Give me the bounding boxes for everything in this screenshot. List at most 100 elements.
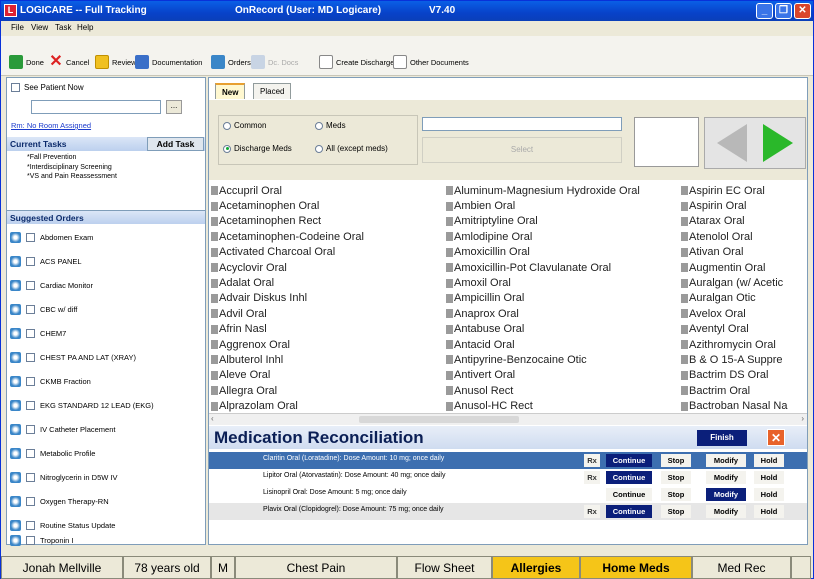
order-checkbox[interactable] xyxy=(26,376,35,386)
order-item[interactable]: ACS PANEL xyxy=(10,250,82,272)
med-checkbox[interactable] xyxy=(211,186,218,196)
med-checkbox[interactable] xyxy=(681,324,688,334)
med-checkbox[interactable] xyxy=(446,293,453,303)
continue-button[interactable]: Continue xyxy=(606,454,652,467)
create-discharge-button[interactable]: Create Discharge xyxy=(319,54,394,70)
med-item[interactable]: Acetaminophen Rect xyxy=(211,214,446,229)
done-button[interactable]: Done xyxy=(9,54,44,70)
menu-view[interactable]: View xyxy=(31,23,48,32)
order-checkbox[interactable] xyxy=(26,400,35,410)
med-item[interactable]: Anusol Rect xyxy=(446,383,681,398)
med-item[interactable]: Atenolol Oral xyxy=(681,229,807,244)
med-checkbox[interactable] xyxy=(446,263,453,273)
tab-new[interactable]: New xyxy=(215,83,246,99)
med-item[interactable]: Activated Charcoal Oral xyxy=(211,245,446,260)
med-checkbox[interactable] xyxy=(446,355,453,365)
order-item[interactable]: CBC w/ diff xyxy=(10,298,77,320)
order-checkbox[interactable] xyxy=(26,535,35,545)
med-item[interactable]: Anaprox Oral xyxy=(446,306,681,321)
med-item[interactable]: Aventyl Oral xyxy=(681,322,807,337)
med-checkbox[interactable] xyxy=(681,263,688,273)
stop-button[interactable]: Stop xyxy=(661,488,691,501)
med-checkbox[interactable] xyxy=(211,216,218,226)
med-checkbox[interactable] xyxy=(446,340,453,350)
review-button[interactable]: Review xyxy=(95,54,137,70)
see-patient-checkbox[interactable] xyxy=(11,83,20,92)
med-item[interactable]: Aspirin EC Oral xyxy=(681,183,807,198)
med-checkbox[interactable] xyxy=(211,263,218,273)
med-checkbox[interactable] xyxy=(446,370,453,380)
order-checkbox[interactable] xyxy=(26,472,35,482)
order-item[interactable]: CHEST PA AND LAT (XRAY) xyxy=(10,346,136,368)
order-checkbox[interactable] xyxy=(26,448,35,458)
stop-button[interactable]: Stop xyxy=(661,505,691,518)
medrec-row[interactable]: Lipitor Oral (Atorvastatin): Dose Amount… xyxy=(209,469,807,486)
order-checkbox[interactable] xyxy=(26,496,35,506)
med-item[interactable]: Afrin Nasl xyxy=(211,322,446,337)
med-checkbox[interactable] xyxy=(446,247,453,257)
med-checkbox[interactable] xyxy=(211,340,218,350)
med-checkbox[interactable] xyxy=(211,309,218,319)
med-item[interactable]: Atarax Oral xyxy=(681,214,807,229)
med-item[interactable]: Auralgan Otic xyxy=(681,291,807,306)
med-item[interactable]: B & O 15-A Suppre xyxy=(681,352,807,367)
med-checkbox[interactable] xyxy=(681,186,688,196)
med-checkbox[interactable] xyxy=(211,232,218,242)
medrec-row[interactable]: Lisinopril Oral: Dose Amount: 5 mg; once… xyxy=(209,486,807,503)
continue-button[interactable]: Continue xyxy=(606,488,652,501)
med-checkbox[interactable] xyxy=(446,232,453,242)
radio-dot[interactable] xyxy=(315,144,323,153)
med-rec-button[interactable]: Med Rec xyxy=(692,556,791,579)
task-item[interactable]: *Interdisciplinary Screening xyxy=(27,163,117,173)
med-checkbox[interactable] xyxy=(681,309,688,319)
horizontal-scrollbar[interactable]: ‹ › xyxy=(209,413,807,425)
select-button[interactable]: Select xyxy=(422,137,622,163)
hold-button[interactable]: Hold xyxy=(754,454,784,467)
med-item[interactable]: Ativan Oral xyxy=(681,245,807,260)
order-checkbox[interactable] xyxy=(26,232,35,242)
order-checkbox[interactable] xyxy=(26,520,35,530)
documentation-button[interactable]: Documentation xyxy=(135,54,202,70)
task-item[interactable]: *VS and Pain Reassessment xyxy=(27,172,117,182)
stop-button[interactable]: Stop xyxy=(661,454,691,467)
hold-button[interactable]: Hold xyxy=(754,505,784,518)
med-item[interactable]: Antipyrine-Benzocaine Otic xyxy=(446,352,681,367)
order-item[interactable]: Abdomen Exam xyxy=(10,226,93,248)
radio-dot-selected[interactable] xyxy=(223,144,231,153)
order-item[interactable]: Cardiac Monitor xyxy=(10,274,93,296)
hold-button[interactable]: Hold xyxy=(754,471,784,484)
med-item[interactable]: Avelox Oral xyxy=(681,306,807,321)
order-item[interactable]: Troponin I xyxy=(10,533,74,547)
medrec-row[interactable]: Plavix Oral (Clopidogrel): Dose Amount: … xyxy=(209,503,807,520)
med-item[interactable]: Augmentin Oral xyxy=(681,260,807,275)
med-item[interactable]: Albuterol Inhl xyxy=(211,352,446,367)
order-checkbox[interactable] xyxy=(26,424,35,434)
med-item[interactable]: Anusol-HC Rect xyxy=(446,398,681,413)
rx-button[interactable]: Rx xyxy=(584,505,600,518)
cancel-button[interactable]: ✕ Cancel xyxy=(49,54,89,70)
med-item[interactable]: Bactroban Nasal Na xyxy=(681,398,807,413)
med-checkbox[interactable] xyxy=(446,216,453,226)
modify-button[interactable]: Modify xyxy=(706,471,746,484)
med-checkbox[interactable] xyxy=(446,278,453,288)
radio-dot[interactable] xyxy=(315,121,323,130)
continue-button[interactable]: Continue xyxy=(606,505,652,518)
allergies-button[interactable]: Allergies xyxy=(492,556,580,579)
order-item[interactable]: Nitroglycerin in D5W IV xyxy=(10,466,118,488)
radio-dot[interactable] xyxy=(223,121,231,130)
med-item[interactable]: Aggrenox Oral xyxy=(211,337,446,352)
modify-button[interactable]: Modify xyxy=(706,488,746,501)
med-item[interactable]: Alprazolam Oral xyxy=(211,398,446,413)
med-item[interactable]: Amoxicillin-Pot Clavulanate Oral xyxy=(446,260,681,275)
scroll-thumb[interactable] xyxy=(359,416,519,423)
med-item[interactable]: Amoxil Oral xyxy=(446,275,681,290)
order-item[interactable]: CHEM7 xyxy=(10,322,66,344)
flow-sheet-button[interactable]: Flow Sheet xyxy=(397,556,492,579)
modify-button[interactable]: Modify xyxy=(706,505,746,518)
med-item[interactable]: Bactrim DS Oral xyxy=(681,368,807,383)
med-checkbox[interactable] xyxy=(446,201,453,211)
order-checkbox[interactable] xyxy=(26,256,35,266)
med-checkbox[interactable] xyxy=(446,324,453,334)
order-item[interactable]: Metabolic Profile xyxy=(10,442,95,464)
med-item[interactable]: Amitriptyline Oral xyxy=(446,214,681,229)
